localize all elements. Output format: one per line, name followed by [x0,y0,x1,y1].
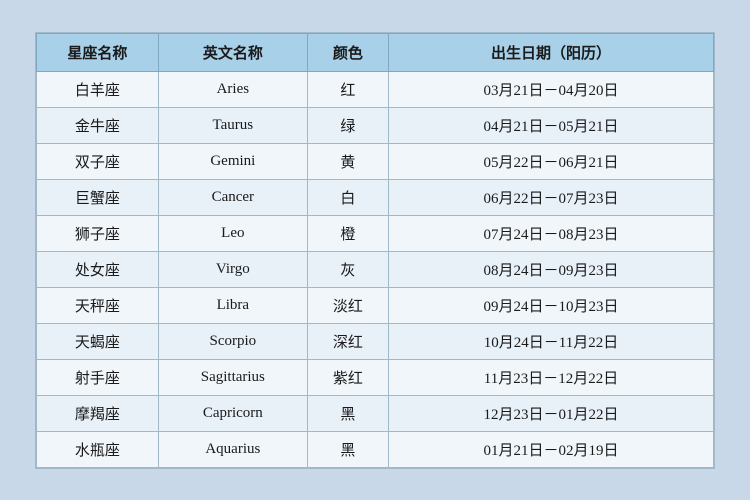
cell-color: 深红 [307,323,388,359]
table-row: 金牛座Taurus绿04月21日－05月21日 [37,107,714,143]
cell-chinese: 白羊座 [37,71,159,107]
cell-english: Sagittarius [158,359,307,395]
header-date: 出生日期（阳历） [389,33,714,71]
cell-date: 10月24日－11月22日 [389,323,714,359]
header-color: 颜色 [307,33,388,71]
zodiac-table-container: 星座名称 英文名称 颜色 出生日期（阳历） 白羊座Aries红03月21日－04… [35,32,715,469]
cell-chinese: 天蝎座 [37,323,159,359]
table-row: 狮子座Leo橙07月24日－08月23日 [37,215,714,251]
cell-date: 08月24日－09月23日 [389,251,714,287]
table-row: 双子座Gemini黄05月22日－06月21日 [37,143,714,179]
cell-chinese: 摩羯座 [37,395,159,431]
cell-english: Scorpio [158,323,307,359]
header-english: 英文名称 [158,33,307,71]
table-row: 摩羯座Capricorn黑12月23日－01月22日 [37,395,714,431]
cell-english: Cancer [158,179,307,215]
cell-color: 绿 [307,107,388,143]
cell-chinese: 金牛座 [37,107,159,143]
cell-english: Aries [158,71,307,107]
cell-color: 橙 [307,215,388,251]
cell-chinese: 天秤座 [37,287,159,323]
table-body: 白羊座Aries红03月21日－04月20日金牛座Taurus绿04月21日－0… [37,71,714,467]
cell-date: 06月22日－07月23日 [389,179,714,215]
cell-color: 紫红 [307,359,388,395]
table-row: 天秤座Libra淡红09月24日－10月23日 [37,287,714,323]
table-row: 天蝎座Scorpio深红10月24日－11月22日 [37,323,714,359]
cell-chinese: 射手座 [37,359,159,395]
cell-english: Virgo [158,251,307,287]
cell-chinese: 水瓶座 [37,431,159,467]
cell-english: Gemini [158,143,307,179]
cell-color: 黑 [307,431,388,467]
cell-chinese: 双子座 [37,143,159,179]
table-row: 射手座Sagittarius紫红11月23日－12月22日 [37,359,714,395]
cell-date: 12月23日－01月22日 [389,395,714,431]
header-chinese: 星座名称 [37,33,159,71]
cell-color: 黑 [307,395,388,431]
cell-date: 04月21日－05月21日 [389,107,714,143]
table-row: 水瓶座Aquarius黑01月21日－02月19日 [37,431,714,467]
cell-date: 05月22日－06月21日 [389,143,714,179]
table-row: 巨蟹座Cancer白06月22日－07月23日 [37,179,714,215]
cell-english: Capricorn [158,395,307,431]
table-header-row: 星座名称 英文名称 颜色 出生日期（阳历） [37,33,714,71]
cell-date: 11月23日－12月22日 [389,359,714,395]
table-row: 处女座Virgo灰08月24日－09月23日 [37,251,714,287]
cell-date: 07月24日－08月23日 [389,215,714,251]
cell-english: Aquarius [158,431,307,467]
cell-chinese: 处女座 [37,251,159,287]
cell-chinese: 狮子座 [37,215,159,251]
cell-english: Taurus [158,107,307,143]
zodiac-table: 星座名称 英文名称 颜色 出生日期（阳历） 白羊座Aries红03月21日－04… [36,33,714,468]
cell-chinese: 巨蟹座 [37,179,159,215]
cell-date: 03月21日－04月20日 [389,71,714,107]
cell-english: Leo [158,215,307,251]
table-row: 白羊座Aries红03月21日－04月20日 [37,71,714,107]
cell-color: 红 [307,71,388,107]
cell-color: 白 [307,179,388,215]
cell-date: 01月21日－02月19日 [389,431,714,467]
cell-color: 黄 [307,143,388,179]
cell-color: 淡红 [307,287,388,323]
cell-english: Libra [158,287,307,323]
cell-color: 灰 [307,251,388,287]
cell-date: 09月24日－10月23日 [389,287,714,323]
